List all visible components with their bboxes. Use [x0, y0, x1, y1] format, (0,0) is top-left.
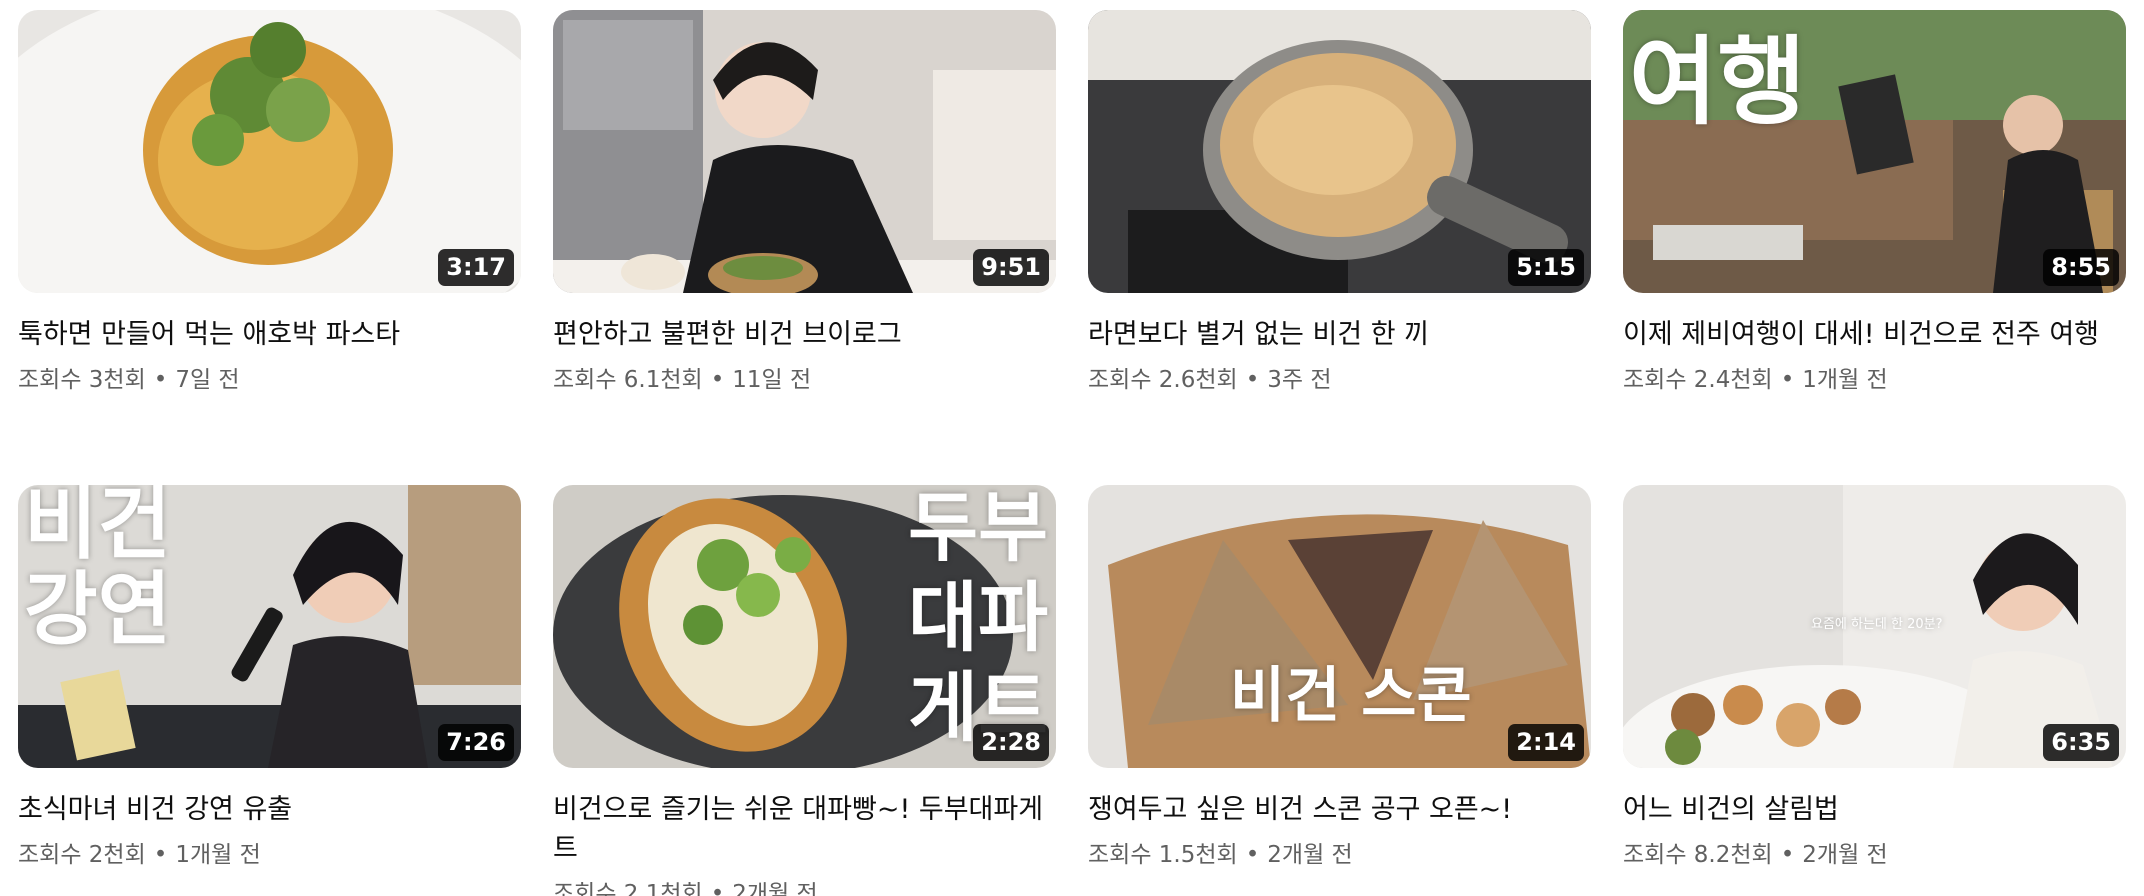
upload-age: 3주 전 — [1267, 367, 1332, 393]
video-thumbnail[interactable]: 요즘에 하는데 한 20분? 6:35 — [1623, 485, 2126, 768]
video-card[interactable]: 두부 대파 게트 2:28 비건으로 즐기는 쉬운 대파빵~! 두부대파게트 조… — [553, 485, 1056, 896]
video-thumbnail[interactable]: 5:15 — [1088, 10, 1591, 293]
video-title[interactable]: 이제 제비여행이 대세! 비건으로 전주 여행 — [1623, 315, 2126, 354]
duration-badge: 3:17 — [438, 249, 514, 286]
duration-badge: 2:14 — [1508, 724, 1584, 761]
view-count: 조회수 2천회 — [18, 842, 146, 868]
video-title[interactable]: 초식마녀 비건 강연 유출 — [18, 790, 521, 829]
meta-separator: • — [153, 842, 168, 868]
video-thumbnail[interactable]: 비건 강연 7:26 — [18, 485, 521, 768]
video-title[interactable]: 라면보다 별거 없는 비건 한 끼 — [1088, 315, 1591, 354]
video-meta: 조회수 6.1천회 • 11일 전 — [553, 364, 1056, 396]
caption-line: 비건 — [24, 485, 172, 570]
view-count: 조회수 6.1천회 — [553, 367, 703, 393]
video-card[interactable]: 5:15 라면보다 별거 없는 비건 한 끼 조회수 2.6천회 • 3주 전 — [1088, 10, 1591, 396]
upload-age: 1개월 전 — [175, 842, 261, 868]
video-title[interactable]: 어느 비건의 살림법 — [1623, 790, 2126, 829]
meta-separator: • — [1245, 842, 1260, 868]
video-card[interactable]: 비건 스콘 2:14 쟁여두고 싶은 비건 스콘 공구 오픈~! 조회수 1.5… — [1088, 485, 1591, 871]
duration-badge: 6:35 — [2043, 724, 2119, 761]
thumbnail-caption: 비건 강연 — [24, 485, 171, 653]
caption-line: 대파 — [908, 573, 1048, 662]
video-title[interactable]: 비건으로 즐기는 쉬운 대파빵~! 두부대파게트 — [553, 790, 1056, 868]
caption-line: 두부 — [908, 485, 1048, 572]
meta-separator: • — [1780, 842, 1795, 868]
meta-separator: • — [710, 367, 725, 393]
video-card[interactable]: 3:17 툭하면 만들어 먹는 애호박 파스타 조회수 3천회 • 7일 전 — [18, 10, 521, 396]
upload-age: 2개월 전 — [1267, 842, 1353, 868]
video-meta: 조회수 2.4천회 • 1개월 전 — [1623, 364, 2126, 396]
video-card[interactable]: 9:51 편안하고 불편한 비건 브이로그 조회수 6.1천회 • 11일 전 — [553, 10, 1056, 396]
view-count: 조회수 2.4천회 — [1623, 367, 1773, 393]
duration-badge: 5:15 — [1508, 249, 1584, 286]
duration-badge: 9:51 — [973, 249, 1049, 286]
meta-separator: • — [1780, 367, 1795, 393]
thumbnail-caption: 요즘에 하는데 한 20분? — [1811, 617, 1943, 632]
video-meta: 조회수 1.5천회 • 2개월 전 — [1088, 839, 1591, 871]
video-grid: 3:17 툭하면 만들어 먹는 애호박 파스타 조회수 3천회 • 7일 전 9:5… — [0, 0, 2144, 896]
thumbnail-caption: 두부 대파 게트 — [908, 485, 1048, 753]
duration-badge: 7:26 — [438, 724, 514, 761]
video-title[interactable]: 툭하면 만들어 먹는 애호박 파스타 — [18, 315, 521, 354]
video-thumbnail[interactable]: 여행 8:55 — [1623, 10, 2126, 293]
upload-age: 2개월 전 — [732, 881, 818, 896]
thumbnail-caption: 여행 — [1629, 26, 1806, 138]
upload-age: 1개월 전 — [1802, 367, 1888, 393]
upload-age: 7일 전 — [175, 367, 240, 393]
view-count: 조회수 2.6천회 — [1088, 367, 1238, 393]
video-thumbnail[interactable]: 9:51 — [553, 10, 1056, 293]
video-meta: 조회수 2.1천회 • 2개월 전 — [553, 878, 1056, 896]
video-card[interactable]: 여행 8:55 이제 제비여행이 대세! 비건으로 전주 여행 조회수 2.4천… — [1623, 10, 2126, 396]
video-meta: 조회수 2천회 • 1개월 전 — [18, 839, 521, 871]
video-thumbnail[interactable]: 3:17 — [18, 10, 521, 293]
video-meta: 조회수 8.2천회 • 2개월 전 — [1623, 839, 2126, 871]
upload-age: 2개월 전 — [1802, 842, 1888, 868]
video-title[interactable]: 편안하고 불편한 비건 브이로그 — [553, 315, 1056, 354]
video-card[interactable]: 비건 강연 7:26 초식마녀 비건 강연 유출 조회수 2천회 • 1개월 전 — [18, 485, 521, 871]
video-title[interactable]: 쟁여두고 싶은 비건 스콘 공구 오픈~! — [1088, 790, 1591, 829]
upload-age: 11일 전 — [732, 367, 812, 393]
view-count: 조회수 1.5천회 — [1088, 842, 1238, 868]
video-thumbnail[interactable]: 두부 대파 게트 2:28 — [553, 485, 1056, 768]
duration-badge: 8:55 — [2043, 249, 2119, 286]
meta-separator: • — [153, 367, 168, 393]
meta-separator: • — [710, 881, 725, 896]
video-meta: 조회수 3천회 • 7일 전 — [18, 364, 521, 396]
thumbnail-caption: 비건 스콘 — [1230, 661, 1472, 731]
meta-separator: • — [1245, 367, 1260, 393]
view-count: 조회수 8.2천회 — [1623, 842, 1773, 868]
video-thumbnail[interactable]: 비건 스콘 2:14 — [1088, 485, 1591, 768]
view-count: 조회수 3천회 — [18, 367, 146, 393]
video-card[interactable]: 요즘에 하는데 한 20분? 6:35 어느 비건의 살림법 조회수 8.2천회… — [1623, 485, 2126, 871]
view-count: 조회수 2.1천회 — [553, 881, 703, 896]
duration-badge: 2:28 — [973, 724, 1049, 761]
video-meta: 조회수 2.6천회 • 3주 전 — [1088, 364, 1591, 396]
caption-line: 강연 — [24, 563, 172, 656]
